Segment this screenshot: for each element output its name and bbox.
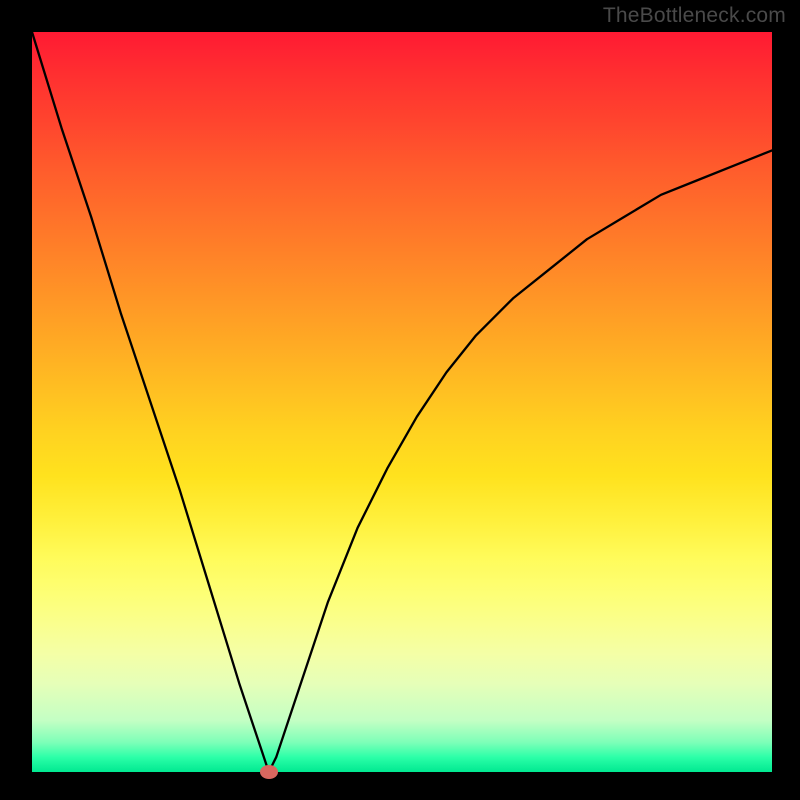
watermark-text: TheBottleneck.com xyxy=(603,4,786,28)
chart-plot-area xyxy=(32,32,772,772)
bottleneck-curve xyxy=(32,32,772,772)
vertex-marker xyxy=(260,765,278,779)
